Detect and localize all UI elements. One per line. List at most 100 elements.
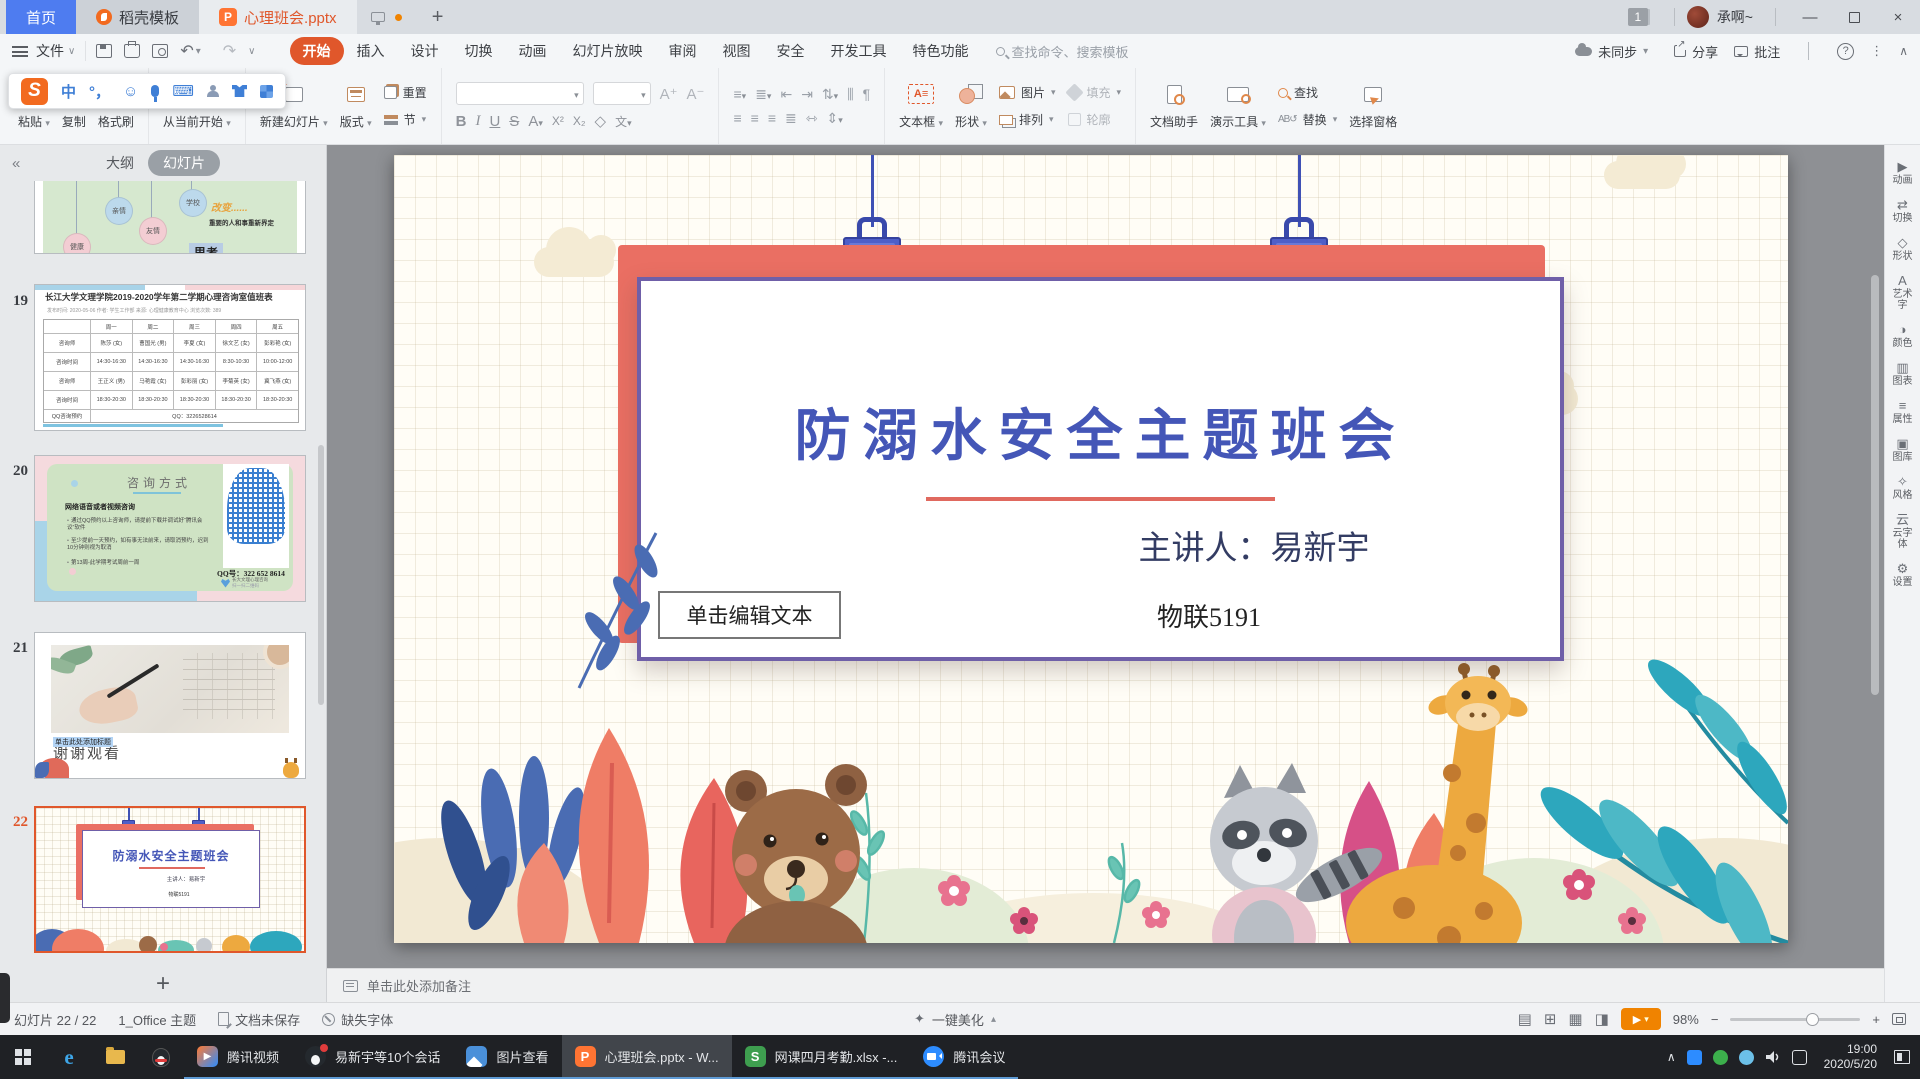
columns-button[interactable]: ⫼ bbox=[847, 86, 853, 103]
reset-button[interactable]: 重置 bbox=[384, 84, 427, 101]
picture-button[interactable]: 图片 ▾ bbox=[999, 84, 1056, 101]
close-button[interactable]: × bbox=[1876, 0, 1920, 34]
menu-design[interactable]: 设计 bbox=[398, 37, 452, 65]
reading-view-button[interactable]: ▦ bbox=[1568, 1010, 1582, 1028]
clear-format-button[interactable]: ◇ bbox=[595, 112, 607, 130]
text-box-button[interactable]: A≡ 文本框 ▾ bbox=[899, 82, 943, 130]
font-family-combo[interactable]: ▾ bbox=[456, 82, 584, 105]
user-avatar[interactable] bbox=[1687, 6, 1709, 28]
menu-slideshow[interactable]: 幻灯片放映 bbox=[560, 37, 656, 65]
line-spacing-button[interactable]: ⇕▾ bbox=[826, 110, 842, 127]
font-color-button[interactable]: A▾ bbox=[528, 113, 543, 130]
qat-customize-icon[interactable]: ∨ bbox=[248, 46, 255, 57]
font-size-combo[interactable]: ▾ bbox=[593, 82, 651, 105]
rail-gallery[interactable]: ▣图库 bbox=[1891, 436, 1915, 463]
taskbar-app-tencent-meeting[interactable]: 腾讯会议 bbox=[910, 1035, 1018, 1079]
sogou-logo-icon[interactable]: S bbox=[21, 78, 48, 105]
tab-slides[interactable]: 幻灯片 bbox=[148, 150, 220, 176]
slide-thumb-22[interactable]: 防溺水安全主题班会 主讲人：易新宇 物联5191 bbox=[34, 806, 306, 953]
ime-keyboard-icon[interactable]: ⌨ bbox=[172, 82, 194, 100]
menu-review[interactable]: 审阅 bbox=[656, 37, 710, 65]
subscript-button[interactable]: X₂ bbox=[573, 114, 586, 128]
hamburger-icon[interactable] bbox=[12, 46, 28, 57]
slide-thumb-20[interactable]: 咨询方式 网络语音或者视频咨询 通过QQ预约以上咨询师，请提前下载并调试好“腾讯… bbox=[34, 455, 306, 602]
shrink-font-button[interactable]: A⁻ bbox=[687, 85, 705, 103]
taskbar-app-wps-presentation[interactable]: P 心理班会.pptx - W... bbox=[562, 1035, 732, 1079]
user-name[interactable]: 承啊~ bbox=[1717, 7, 1753, 27]
tray-network-icon[interactable] bbox=[1792, 1050, 1807, 1065]
menu-devtools[interactable]: 开发工具 bbox=[818, 37, 900, 65]
layout-button[interactable]: 版式 ▾ bbox=[340, 82, 372, 130]
slide-thumb-21[interactable]: 单击此处添加标题 谢谢观看 bbox=[34, 632, 306, 779]
window-count-badge[interactable]: 1 bbox=[1628, 8, 1648, 26]
slide-thumb-18[interactable]: 健康 亲情 友情 学校 改变...... 重要的人和事重新界定 思考 bbox=[34, 181, 306, 254]
beautify-button[interactable]: ✦ 一键美化 ▴ bbox=[914, 1010, 1006, 1029]
taskbar-clock[interactable]: 19:00 2020/5/20 bbox=[1818, 1042, 1883, 1072]
ime-account-icon[interactable] bbox=[207, 85, 219, 97]
distribute-button[interactable]: ⇿ bbox=[806, 110, 818, 127]
grow-font-button[interactable]: A⁺ bbox=[660, 85, 678, 103]
numbered-list-button[interactable]: ≣▾ bbox=[755, 86, 771, 103]
doc-assistant-button[interactable]: 文档助手 bbox=[1150, 82, 1198, 130]
minimize-button[interactable]: — bbox=[1788, 0, 1832, 34]
outdent-button[interactable]: ⇤ bbox=[780, 86, 792, 103]
indent-button[interactable]: ⇥ bbox=[801, 86, 813, 103]
print-icon[interactable] bbox=[124, 44, 140, 58]
panel-scrollbar[interactable] bbox=[318, 445, 324, 705]
collapse-panel-button[interactable]: « bbox=[12, 155, 20, 172]
taskbar-explorer[interactable] bbox=[92, 1035, 138, 1079]
taskbar-app-image-viewer[interactable]: 图片查看 bbox=[453, 1035, 561, 1079]
action-center-icon[interactable] bbox=[1894, 1050, 1910, 1064]
show-view-button[interactable]: ◨ bbox=[1595, 1010, 1609, 1028]
section-button[interactable]: 节 ▾ bbox=[384, 111, 427, 128]
taskbar-app-wps-spreadsheet[interactable]: S 网课四月考勤.xlsx -... bbox=[732, 1035, 911, 1079]
slide-sorter-button[interactable]: ⊞ bbox=[1544, 1010, 1557, 1028]
menu-view[interactable]: 视图 bbox=[710, 37, 764, 65]
align-center-button[interactable]: ≡ bbox=[751, 110, 759, 126]
rail-settings[interactable]: ⚙设置 bbox=[1891, 561, 1915, 588]
underline-button[interactable]: U bbox=[489, 113, 500, 130]
undo-button[interactable]: ↶▾ bbox=[180, 41, 210, 61]
comment-button[interactable]: 批注 bbox=[1734, 42, 1780, 61]
fit-screen-icon[interactable] bbox=[1892, 1013, 1906, 1025]
selection-pane-button[interactable]: 选择窗格 bbox=[1349, 82, 1397, 130]
rail-properties[interactable]: ≡属性 bbox=[1891, 398, 1915, 425]
unsaved-status[interactable]: 文档未保存 bbox=[218, 1010, 300, 1029]
taskbar-app-qq-chats[interactable]: 易新宇等10个会话 bbox=[292, 1035, 453, 1079]
command-search[interactable]: 查找命令、搜索模板 bbox=[996, 42, 1129, 61]
strikethrough-button[interactable]: S bbox=[509, 113, 519, 130]
volume-icon[interactable] bbox=[1765, 1050, 1781, 1064]
rail-color[interactable]: ◑颜色 bbox=[1891, 322, 1915, 349]
add-slide-button[interactable]: + bbox=[0, 970, 326, 998]
slideshow-play-button[interactable]: ▶ ▾ bbox=[1621, 1008, 1661, 1030]
tab-outline[interactable]: 大纲 bbox=[106, 153, 134, 173]
rail-cloud-fonts[interactable]: 云云字体 bbox=[1891, 512, 1915, 550]
rail-shapes[interactable]: ◇形状 bbox=[1891, 235, 1915, 262]
menu-features[interactable]: 特色功能 bbox=[900, 37, 982, 65]
tab-home[interactable]: 首页 bbox=[6, 0, 76, 34]
ime-chinese-icon[interactable]: 中 bbox=[61, 81, 76, 102]
notes-bar[interactable]: 单击此处添加备注 bbox=[327, 968, 1884, 1002]
present-tools-button[interactable]: 演示工具 ▾ bbox=[1210, 82, 1266, 130]
zoom-knob[interactable] bbox=[1806, 1013, 1819, 1026]
file-menu[interactable]: 文件 bbox=[36, 41, 64, 61]
italic-button[interactable]: I bbox=[475, 113, 480, 130]
taskbar-app-tencent-video[interactable]: 腾讯视频 bbox=[184, 1035, 292, 1079]
replace-button[interactable]: AB↺ 替换 ▾ bbox=[1278, 111, 1337, 128]
start-button[interactable] bbox=[0, 1035, 46, 1079]
rail-chart[interactable]: ▥图表 bbox=[1891, 360, 1915, 387]
superscript-button[interactable]: X² bbox=[552, 114, 564, 128]
text-direction-button[interactable]: ⇅▾ bbox=[822, 86, 838, 103]
new-tab-button[interactable]: + bbox=[416, 0, 460, 34]
menu-animation[interactable]: 动画 bbox=[506, 37, 560, 65]
bold-button[interactable]: B bbox=[456, 113, 467, 130]
ime-skin-icon[interactable] bbox=[232, 85, 247, 97]
arrange-button[interactable]: 排列 ▾ bbox=[999, 111, 1056, 128]
tray-tim-icon[interactable] bbox=[1687, 1050, 1702, 1065]
file-caret-icon[interactable]: ∨ bbox=[68, 46, 75, 57]
menu-insert[interactable]: 插入 bbox=[344, 37, 398, 65]
more-options-button[interactable]: ⋮ bbox=[1870, 43, 1883, 59]
outline-button[interactable]: 轮廓 bbox=[1068, 111, 1122, 128]
ime-mic-icon[interactable] bbox=[151, 85, 159, 97]
help-button[interactable]: ? bbox=[1837, 43, 1854, 60]
